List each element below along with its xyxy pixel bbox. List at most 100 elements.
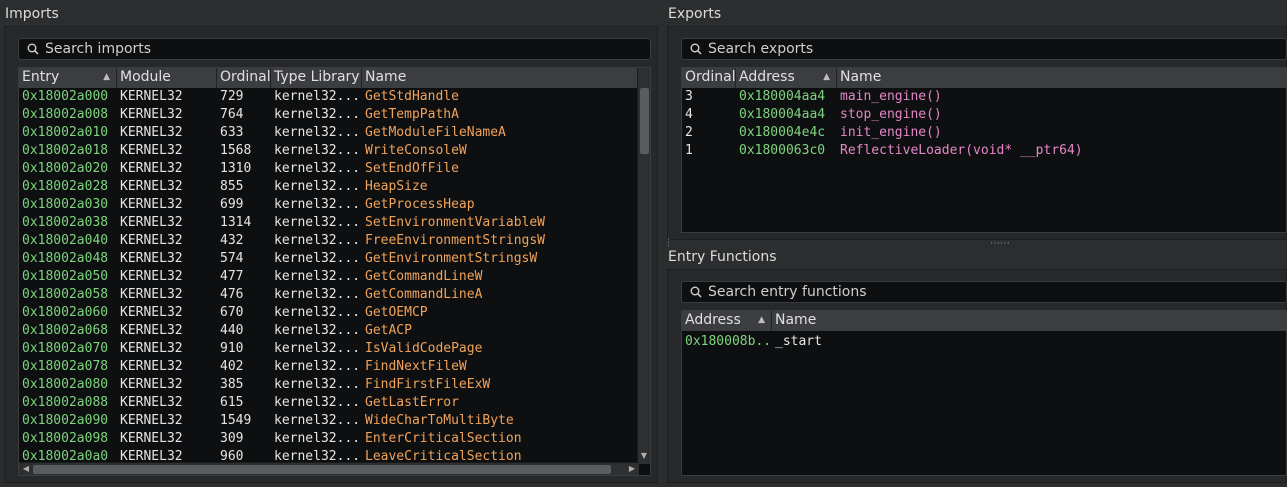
table-cell: KERNEL32 (120, 323, 183, 338)
column-header-name[interactable]: Name (837, 68, 1286, 88)
table-cell: 0x180004e4c (739, 125, 826, 140)
table-cell: ReflectiveLoader(void* __ptr64) (840, 143, 1083, 158)
table-cell: KERNEL32 (120, 413, 183, 428)
table-row[interactable]: 0x18002a030 KERNEL32 699 kernel32.... GetPro… (19, 196, 642, 214)
imports-horizontal-scrollbar[interactable]: ◀ ▶ (19, 462, 639, 475)
table-cell: 0x18002a030 (22, 197, 109, 212)
entry-functions-search-input[interactable]: Search entry functions (681, 281, 1287, 303)
table-row[interactable]: 1 0x1800063c0 ReflectiveLoader(void* __ptr… (682, 142, 1277, 160)
table-cell: KERNEL32 (120, 359, 183, 374)
exports-search-placeholder: Search exports (708, 41, 814, 57)
table-cell: 0x18002a070 (22, 341, 109, 356)
table-cell: 0x18002a040 (22, 233, 109, 248)
table-row[interactable]: 0x18002a028 KERNEL32 855 kernel32.... HeapSi… (19, 178, 642, 196)
table-row[interactable]: 0x18002a008 KERNEL32 764 kernel32.... GetTem… (19, 106, 642, 124)
entry-functions-table[interactable]: Address ▲ Name 0x180008b... _start (681, 310, 1287, 476)
table-cell: KERNEL32 (120, 107, 183, 122)
imports-search-input[interactable]: Search imports (18, 38, 651, 60)
table-cell: kernel32.... (274, 215, 362, 230)
table-cell: WriteConsoleW (365, 143, 467, 158)
table-row[interactable]: 0x18002a058 KERNEL32 476 kernel32.... GetCom… (19, 286, 642, 304)
splitter-handle[interactable]: ⋯⋯ (990, 238, 1010, 249)
imports-search-placeholder: Search imports (45, 41, 152, 57)
vertical-scroll-thumb[interactable] (640, 88, 649, 154)
column-header-type-library[interactable]: Type Library (271, 68, 362, 88)
table-cell: 0x18002a050 (22, 269, 109, 284)
table-row[interactable]: 0x180008b... _start (682, 333, 1072, 351)
table-cell: 855 (220, 179, 244, 194)
column-header-address[interactable]: Address ▲ (736, 68, 837, 88)
column-header-address[interactable]: Address ▲ (682, 311, 772, 331)
table-cell: kernel32.... (274, 89, 362, 104)
table-cell: 0x18002a008 (22, 107, 109, 122)
imports-table[interactable]: Entry ▲ Module Ordinal Type Library Name … (18, 67, 651, 476)
table-row[interactable]: 0x18002a068 KERNEL32 440 kernel32.... GetACP (19, 322, 642, 340)
table-cell: 670 (220, 305, 244, 320)
table-cell: KERNEL32 (120, 197, 183, 212)
table-cell: FreeEnvironmentStringsW (365, 233, 546, 248)
table-row[interactable]: 0x18002a010 KERNEL32 633 kernel32.... GetMod… (19, 124, 642, 142)
table-row[interactable]: 0x18002a040 KERNEL32 432 kernel32.... FreeEn… (19, 232, 642, 250)
table-cell: kernel32.... (274, 107, 362, 122)
table-cell: 1 (685, 143, 693, 158)
column-header-entry[interactable]: Entry ▲ (19, 68, 117, 88)
table-cell: 1568 (220, 143, 252, 158)
exports-title: Exports (668, 6, 722, 22)
table-row[interactable]: 0x18002a070 KERNEL32 910 kernel32.... IsVali… (19, 340, 642, 358)
table-cell: 3 (685, 89, 693, 104)
table-cell: KERNEL32 (120, 161, 183, 176)
table-cell: GetCommandLineW (365, 269, 483, 284)
table-row[interactable]: 2 0x180004e4c init_engine() (682, 124, 1277, 142)
table-cell: kernel32.... (274, 179, 362, 194)
splitter-handle-left[interactable]: ⋮ (664, 238, 673, 248)
entry-functions-title: Entry Functions (668, 249, 777, 265)
table-cell: 0x18002a088 (22, 395, 109, 410)
imports-vertical-scrollbar[interactable]: ▼ (637, 68, 650, 464)
column-header-name[interactable]: Name (772, 311, 1286, 331)
exports-table[interactable]: Ordinal Address ▲ Name 3 0x180004aa4 main_e… (681, 67, 1287, 233)
scroll-right-arrow-icon[interactable]: ▶ (626, 463, 638, 475)
table-row[interactable]: 0x18002a090 KERNEL32 1549 kernel32.... WideC… (19, 412, 642, 430)
table-row[interactable]: 0x18002a018 KERNEL32 1568 kernel32.... Write… (19, 142, 642, 160)
table-row[interactable]: 0x18002a000 KERNEL32 729 kernel32.... GetStd… (19, 88, 642, 106)
table-cell: 633 (220, 125, 244, 140)
table-cell: FindFirstFileExW (365, 377, 491, 392)
table-row[interactable]: 3 0x180004aa4 main_engine() (682, 88, 1277, 106)
table-cell: KERNEL32 (120, 269, 183, 284)
horizontal-scroll-thumb[interactable] (33, 465, 611, 474)
table-row[interactable]: 0x18002a060 KERNEL32 670 kernel32.... GetOEM… (19, 304, 642, 322)
table-row[interactable]: 0x18002a078 KERNEL32 402 kernel32.... FindNe… (19, 358, 642, 376)
table-cell: 1310 (220, 161, 252, 176)
table-row[interactable]: 0x18002a098 KERNEL32 309 kernel32.... EnterC… (19, 430, 642, 448)
table-row[interactable]: 0x18002a080 KERNEL32 385 kernel32.... FindFi… (19, 376, 642, 394)
table-cell: kernel32.... (274, 341, 362, 356)
table-cell: kernel32.... (274, 413, 362, 428)
table-cell: 0x180004aa4 (739, 107, 826, 122)
table-row[interactable]: 4 0x180004aa4 stop_engine() (682, 106, 1277, 124)
table-cell: 615 (220, 395, 244, 410)
table-row[interactable]: 0x18002a020 KERNEL32 1310 kernel32.... SetEn… (19, 160, 642, 178)
table-cell: 0x18002a010 (22, 125, 109, 140)
table-cell: 1314 (220, 215, 252, 230)
table-row[interactable]: 0x18002a050 KERNEL32 477 kernel32.... GetCom… (19, 268, 642, 286)
table-cell: 0x18002a068 (22, 323, 109, 338)
column-header-ordinal[interactable]: Ordinal (217, 68, 271, 88)
table-row[interactable]: 0x18002a048 KERNEL32 574 kernel32.... GetEnv… (19, 250, 642, 268)
column-header-name[interactable]: Name (362, 68, 637, 88)
table-row[interactable]: 0x18002a038 KERNEL32 1314 kernel32.... SetEn… (19, 214, 642, 232)
table-cell: 0x18002a048 (22, 251, 109, 266)
table-cell: 432 (220, 233, 244, 248)
table-cell: 4 (685, 107, 693, 122)
table-cell: 0x18002a018 (22, 143, 109, 158)
search-icon (690, 286, 702, 298)
table-cell: KERNEL32 (120, 233, 183, 248)
column-header-module[interactable]: Module (117, 68, 217, 88)
scroll-down-arrow-icon[interactable]: ▼ (638, 450, 650, 462)
table-cell: GetStdHandle (365, 89, 459, 104)
column-header-ordinal[interactable]: Ordinal (682, 68, 736, 88)
scroll-left-arrow-icon[interactable]: ◀ (20, 463, 32, 475)
table-cell: 477 (220, 269, 244, 284)
exports-search-input[interactable]: Search exports (681, 38, 1287, 60)
table-cell: 440 (220, 323, 244, 338)
table-row[interactable]: 0x18002a088 KERNEL32 615 kernel32.... GetLas… (19, 394, 642, 412)
